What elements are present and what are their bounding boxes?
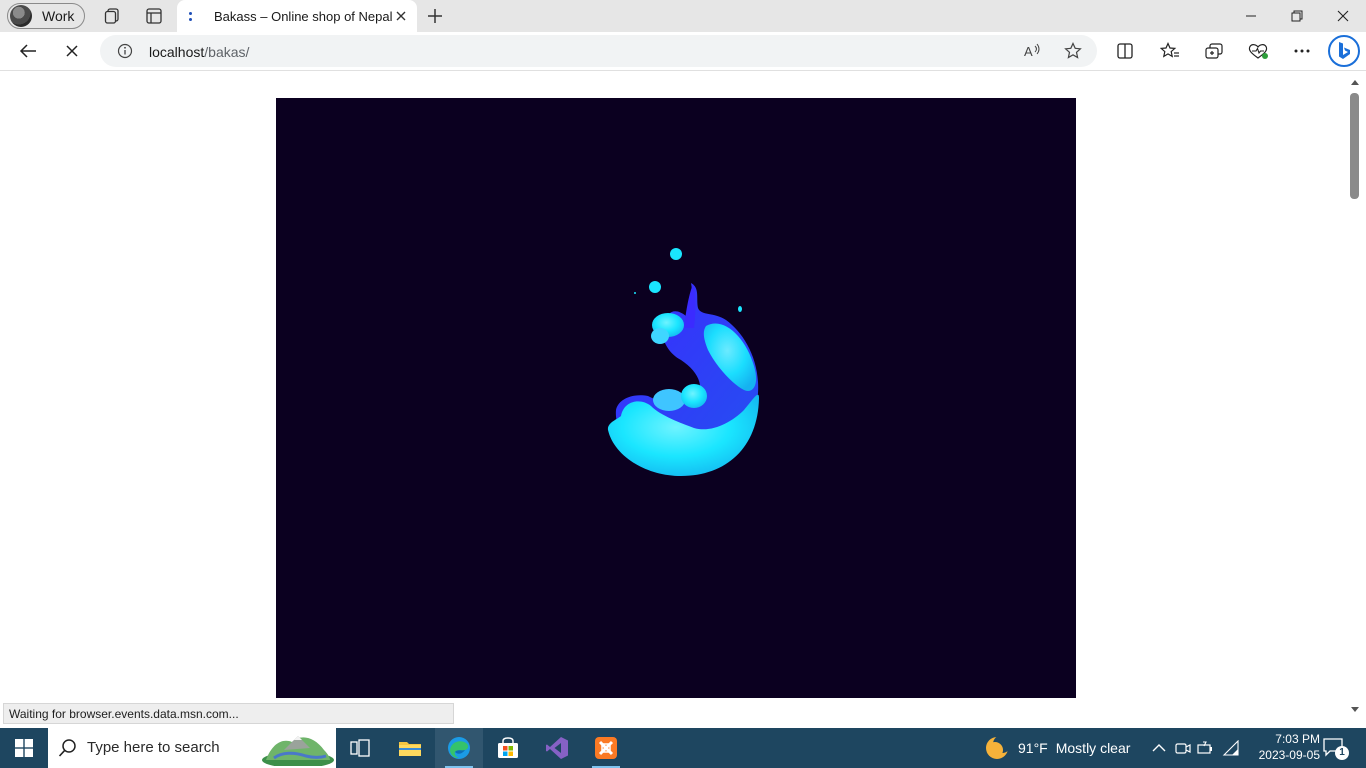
meet-now-icon[interactable] [1174,739,1192,757]
microsoft-store-icon[interactable] [484,728,532,768]
profile-button[interactable]: Work [7,3,85,29]
weather-temp: 91°F [1018,740,1048,756]
splash-loader-graphic [607,248,759,476]
xampp-icon[interactable] [582,728,630,768]
tab-title: Bakass – Online shop of Nepal [214,9,393,24]
status-bar: Waiting for browser.events.data.msn.com.… [3,703,454,724]
taskbar-search-box[interactable]: Type here to search [48,728,336,768]
file-explorer-icon[interactable] [386,728,434,768]
new-tab-button[interactable] [424,5,446,27]
browser-toolbar: localhost/bakas/ A [0,32,1366,70]
tab-active[interactable]: Bakass – Online shop of Nepal [177,0,417,32]
address-bar[interactable]: localhost/bakas/ A [100,35,1097,67]
weather-moon-icon [986,735,1010,759]
url-text[interactable]: localhost/bakas/ [149,44,249,60]
weather-condition: Mostly clear [1055,740,1131,756]
svg-text:A: A [1024,44,1033,59]
tab-strip: Work Bakass – Online shop of Nepal [0,0,1366,32]
notification-center-button[interactable]: 1 [1322,737,1350,761]
search-highlight-illustration [262,736,334,766]
weather-widget[interactable]: 91°F Mostly clear [984,734,1130,762]
collections-icon[interactable] [1200,39,1228,63]
search-placeholder: Type here to search [87,739,220,756]
browser-essentials-icon[interactable] [1244,39,1272,63]
url-host: localhost [149,44,205,60]
bing-copilot-icon[interactable] [1328,35,1360,67]
scroll-down-icon[interactable] [1351,707,1359,713]
read-aloud-icon[interactable]: A [1022,41,1044,61]
start-button[interactable] [0,728,48,768]
settings-more-icon[interactable] [1288,39,1316,63]
site-info-icon[interactable] [117,43,133,59]
edge-browser-taskbar-icon[interactable] [435,728,483,768]
favorites-icon[interactable] [1156,39,1184,63]
profile-label: Work [42,8,75,24]
loading-screen [276,98,1076,698]
visual-studio-icon[interactable] [533,728,581,768]
system-clock[interactable]: 7:03 PM 2023-09-05 [1240,731,1320,763]
tab-actions-icon[interactable] [142,4,166,28]
add-favorite-star-icon[interactable] [1062,41,1084,61]
scrollbar-thumb[interactable] [1350,93,1359,199]
notification-count-badge: 1 [1335,746,1349,760]
scroll-up-icon[interactable] [1351,79,1359,85]
back-button[interactable] [14,39,42,63]
profile-avatar [10,5,32,27]
vertical-scrollbar[interactable] [1348,71,1362,727]
url-path: /bakas/ [204,44,250,60]
task-view-icon[interactable] [336,728,384,768]
clock-time: 7:03 PM [1275,732,1320,746]
page-viewport[interactable]: Waiting for browser.events.data.msn.com.… [0,70,1366,727]
restore-button[interactable] [1274,0,1320,32]
wifi-network-icon[interactable] [1222,739,1240,757]
loading-favicon-icon [187,10,193,22]
tab-close-icon[interactable] [393,8,409,24]
close-window-button[interactable] [1320,0,1366,32]
battery-power-icon[interactable] [1197,739,1215,757]
windows-logo-icon [15,739,33,757]
workspaces-icon[interactable] [100,4,124,28]
clock-date: 2023-09-05 [1258,748,1320,762]
split-screen-icon[interactable] [1111,39,1139,63]
show-hidden-icons-chevron-icon[interactable] [1150,739,1168,757]
windows-taskbar: Type here to search 91°F Mostly clear 7:… [0,728,1366,768]
minimize-button[interactable] [1228,0,1274,32]
search-icon [58,739,76,757]
stop-loading-button[interactable] [58,39,86,63]
